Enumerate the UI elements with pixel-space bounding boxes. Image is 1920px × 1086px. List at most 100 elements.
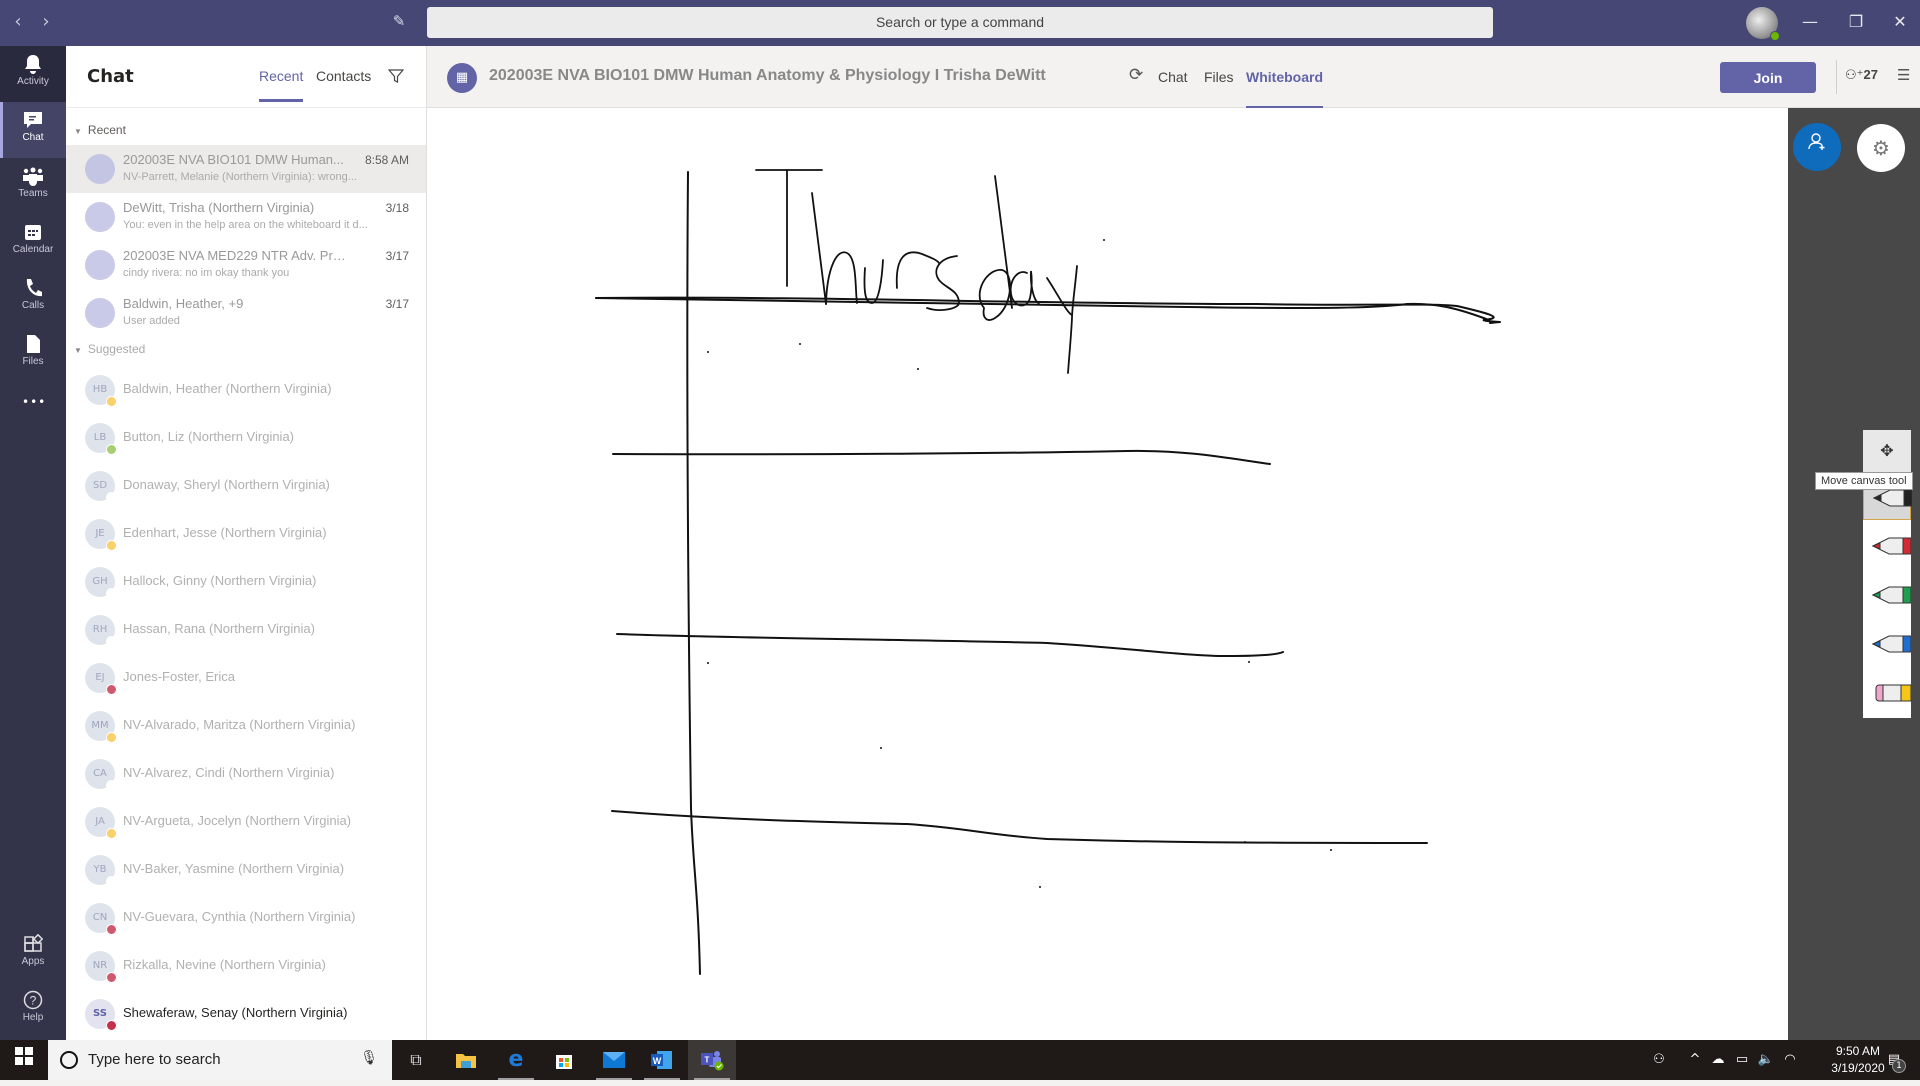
cortana-icon <box>60 1051 78 1069</box>
maximize-button[interactable]: ❐ <box>1842 10 1870 34</box>
suggested-contact-item[interactable]: RH Hassan, Rana (Northern Virginia) <box>66 606 426 654</box>
move-canvas-tool[interactable]: ✥ <box>1863 430 1911 472</box>
tab-whiteboard[interactable]: Whiteboard <box>1246 69 1323 109</box>
rail-item-activity[interactable]: Activity <box>0 46 66 102</box>
forward-button[interactable]: › <box>36 11 56 32</box>
taskbar-search-input[interactable]: Type here to search 🎙 <box>48 1040 392 1080</box>
task-view-button[interactable]: ⧉ <box>392 1040 440 1080</box>
bell-icon <box>22 54 44 74</box>
avatar: SD <box>85 471 117 503</box>
recent-chat-item[interactable]: 202003E NVA MED229 NTR Adv. Proce... cind… <box>66 241 426 289</box>
suggested-contact-item[interactable]: MM NV-Alvarado, Maritza (Northern Virgini… <box>66 702 426 750</box>
microphone-icon[interactable]: 🎙 <box>360 1050 378 1066</box>
close-button[interactable]: ✕ <box>1886 10 1914 34</box>
taskbar-file-explorer[interactable] <box>442 1040 490 1080</box>
rail-item-help[interactable]: ? Help <box>0 982 66 1038</box>
suggested-contact-item[interactable]: EJ Jones-Foster, Erica <box>66 654 426 702</box>
taskbar-word[interactable]: W <box>638 1040 686 1080</box>
blue-pen-tool[interactable] <box>1863 621 1912 667</box>
recent-chat-item[interactable]: DeWitt, Trisha (Northern Virginia) You: e… <box>66 193 426 241</box>
rail-item-more[interactable]: ••• <box>0 382 66 422</box>
green-pen-tool[interactable] <box>1863 572 1912 618</box>
whiteboard-canvas[interactable] <box>427 108 1788 1040</box>
suggested-contact-item[interactable]: HB Baldwin, Heather (Northern Virginia) <box>66 366 426 414</box>
gear-icon: ⚙ <box>1872 136 1890 160</box>
suggested-contact-item[interactable]: NR Rizkalla, Nevine (Northern Virginia) <box>66 942 426 990</box>
taskbar-mail[interactable] <box>590 1040 638 1080</box>
suggested-contact-item[interactable]: YB NV-Baker, Yasmine (Northern Virginia) <box>66 846 426 894</box>
recent-section-header[interactable]: ▼ Recent <box>74 123 126 137</box>
suggested-contact-item[interactable]: SS Shewaferaw, Senay (Northern Virginia) <box>66 990 426 1038</box>
mail-icon <box>603 1052 625 1068</box>
sync-icon[interactable]: ⟳ <box>1129 65 1143 85</box>
show-hidden-icons-button[interactable]: ^ <box>1686 1040 1704 1080</box>
onedrive-icon[interactable]: ☁ <box>1708 1040 1728 1080</box>
minimize-button[interactable]: — <box>1796 10 1824 34</box>
recent-chat-item[interactable]: Baldwin, Heather, +9 User added 3/17 <box>66 289 426 337</box>
contact-name: Jones-Foster, Erica <box>123 669 235 684</box>
pen-icon <box>1871 537 1912 555</box>
suggested-section-header[interactable]: ▼ Suggested <box>74 342 145 356</box>
tab-contacts[interactable]: Contacts <box>316 68 371 84</box>
people-icon[interactable]: ⚇ <box>1648 1040 1670 1080</box>
recent-chat-item[interactable]: 202003E NVA BIO101 DMW Human... NV-Parret… <box>66 145 426 193</box>
presence-icon <box>106 780 117 791</box>
taskbar-store[interactable] <box>540 1040 588 1080</box>
rail-item-calls[interactable]: Calls <box>0 270 66 326</box>
chat-name: DeWitt, Trisha (Northern Virginia) <box>123 200 315 215</box>
taskbar-edge[interactable]: e <box>492 1040 540 1080</box>
suggested-contact-item[interactable]: CA NV-Alvarez, Cindi (Northern Virginia) <box>66 750 426 798</box>
presence-icon <box>106 636 117 647</box>
chat-name: 202003E NVA MED229 NTR Adv. Proce... <box>123 248 348 263</box>
join-button[interactable]: Join <box>1720 62 1816 93</box>
tab-recent[interactable]: Recent <box>259 68 304 102</box>
chat-list-panel: Chat Recent Contacts ▼ Recent 202003E NVA… <box>66 46 427 1040</box>
compose-icon: ✎ <box>392 12 406 30</box>
eraser-tool[interactable] <box>1863 670 1912 716</box>
action-center-button[interactable]: ▤ 1 <box>1880 1040 1908 1080</box>
taskbar-teams[interactable]: T <box>688 1040 736 1080</box>
command-search-input[interactable]: Search or type a command <box>427 7 1493 38</box>
filter-button[interactable] <box>387 68 406 86</box>
ink-stroke <box>686 171 701 975</box>
rail-item-teams[interactable]: Teams <box>0 158 66 214</box>
new-chat-button[interactable]: ✎ <box>389 12 409 32</box>
contact-name: Shewaferaw, Senay (Northern Virginia) <box>123 1005 348 1020</box>
presence-icon <box>106 588 117 599</box>
rail-item-calendar[interactable]: Calendar <box>0 214 66 270</box>
volume-icon[interactable]: 🔈 <box>1756 1040 1776 1080</box>
handwritten-thursday <box>755 169 1078 374</box>
svg-text:?: ? <box>30 994 37 1008</box>
wifi-icon[interactable]: ◠ <box>1780 1040 1800 1080</box>
suggested-contact-item[interactable]: LB Button, Liz (Northern Virginia) <box>66 414 426 462</box>
suggested-contact-item[interactable]: JA NV-Argueta, Jocelyn (Northern Virginia… <box>66 798 426 846</box>
presence-icon <box>106 492 117 503</box>
presence-icon <box>106 732 117 743</box>
chevron-left-icon: ‹ <box>14 11 22 32</box>
red-pen-tool[interactable] <box>1863 523 1912 569</box>
rail-item-chat[interactable]: Chat <box>0 102 66 158</box>
invite-button[interactable] <box>1793 123 1841 171</box>
battery-icon[interactable]: ▭ <box>1732 1040 1752 1080</box>
back-button[interactable]: ‹ <box>8 11 28 32</box>
suggested-contact-item[interactable]: GH Hallock, Ginny (Northern Virginia) <box>66 558 426 606</box>
windows-taskbar: Type here to search 🎙 ⧉ e W T ⚇ ^ ☁ ▭ 🔈 … <box>0 1040 1920 1080</box>
suggested-contact-item[interactable]: SD Donaway, Sheryl (Northern Virginia) <box>66 462 426 510</box>
tab-files[interactable]: Files <box>1204 69 1234 85</box>
list-icon[interactable]: ☰ <box>1897 66 1910 84</box>
rail-item-apps[interactable]: Apps <box>0 926 66 982</box>
participants-button[interactable]: ⚇⁺27 <box>1845 67 1878 83</box>
rail-item-files[interactable]: Files <box>0 326 66 382</box>
svg-text:T: T <box>705 1056 710 1065</box>
help-icon: ? <box>22 990 44 1010</box>
presence-icon <box>106 684 117 695</box>
start-button[interactable] <box>0 1040 48 1080</box>
presence-icon <box>106 540 117 551</box>
settings-button[interactable]: ⚙ <box>1857 124 1905 172</box>
profile-avatar[interactable] <box>1746 7 1780 41</box>
tab-chat[interactable]: Chat <box>1158 69 1188 85</box>
calendar-icon <box>22 222 44 242</box>
meeting-title: 202003E NVA BIO101 DMW Human Anatomy & P… <box>489 67 1046 84</box>
suggested-contact-item[interactable]: CN NV-Guevara, Cynthia (Northern Virginia… <box>66 894 426 942</box>
suggested-contact-item[interactable]: JE Edenhart, Jesse (Northern Virginia) <box>66 510 426 558</box>
